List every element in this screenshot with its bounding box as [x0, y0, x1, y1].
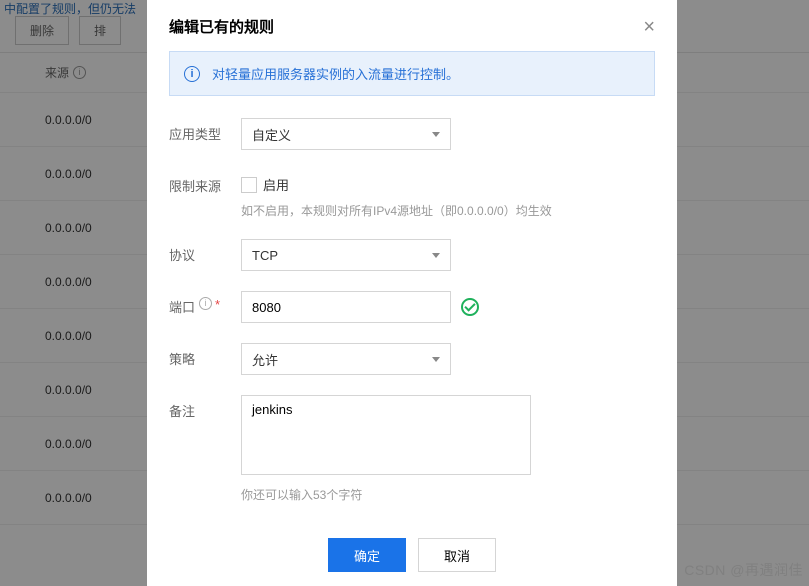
row-remark: 备注 你还可以输入53个字符	[169, 395, 655, 503]
label-port: 端口 i *	[169, 291, 241, 323]
enable-hint: 如不启用，本规则对所有IPv4源地址（即0.0.0.0/0）均生效	[241, 202, 655, 219]
close-icon[interactable]: ×	[643, 17, 655, 37]
remark-textarea[interactable]	[241, 395, 531, 475]
info-icon: i	[184, 66, 200, 82]
remark-hint: 你还可以输入53个字符	[241, 486, 655, 503]
select-policy-value: 允许	[252, 350, 278, 369]
label-remark: 备注	[169, 395, 241, 503]
required-mark: *	[215, 297, 220, 312]
chevron-down-icon	[432, 132, 440, 137]
alert-text: 对轻量应用服务器实例的入流量进行控制。	[212, 64, 459, 83]
chevron-down-icon	[432, 253, 440, 258]
cancel-button[interactable]: 取消	[418, 538, 496, 572]
modal-footer: 确定 取消	[147, 524, 677, 586]
info-alert: i 对轻量应用服务器实例的入流量进行控制。	[169, 51, 655, 96]
port-input[interactable]	[241, 291, 451, 323]
select-protocol-value: TCP	[252, 248, 278, 263]
edit-rule-modal: 编辑已有的规则 × i 对轻量应用服务器实例的入流量进行控制。 应用类型 自定义…	[147, 0, 677, 586]
label-restrict-source: 限制来源	[169, 170, 241, 219]
chevron-down-icon	[432, 357, 440, 362]
select-policy[interactable]: 允许	[241, 343, 451, 375]
modal-header: 编辑已有的规则 ×	[147, 0, 677, 51]
row-app-type: 应用类型 自定义	[169, 118, 655, 150]
checkbox-enable-label: 启用	[263, 175, 289, 194]
modal-body: i 对轻量应用服务器实例的入流量进行控制。 应用类型 自定义 限制来源 启用 如…	[147, 51, 677, 524]
label-protocol: 协议	[169, 239, 241, 271]
select-protocol[interactable]: TCP	[241, 239, 451, 271]
label-policy: 策略	[169, 343, 241, 375]
label-app-type: 应用类型	[169, 118, 241, 150]
row-policy: 策略 允许	[169, 343, 655, 375]
ok-button[interactable]: 确定	[328, 538, 406, 572]
row-port: 端口 i *	[169, 291, 655, 323]
row-protocol: 协议 TCP	[169, 239, 655, 271]
select-app-type-value: 自定义	[252, 125, 291, 144]
check-ok-icon	[461, 298, 479, 316]
row-restrict-source: 限制来源 启用 如不启用，本规则对所有IPv4源地址（即0.0.0.0/0）均生…	[169, 170, 655, 219]
modal-title: 编辑已有的规则	[169, 16, 274, 37]
select-app-type[interactable]: 自定义	[241, 118, 451, 150]
checkbox-enable[interactable]	[241, 177, 257, 193]
info-icon: i	[199, 297, 212, 310]
